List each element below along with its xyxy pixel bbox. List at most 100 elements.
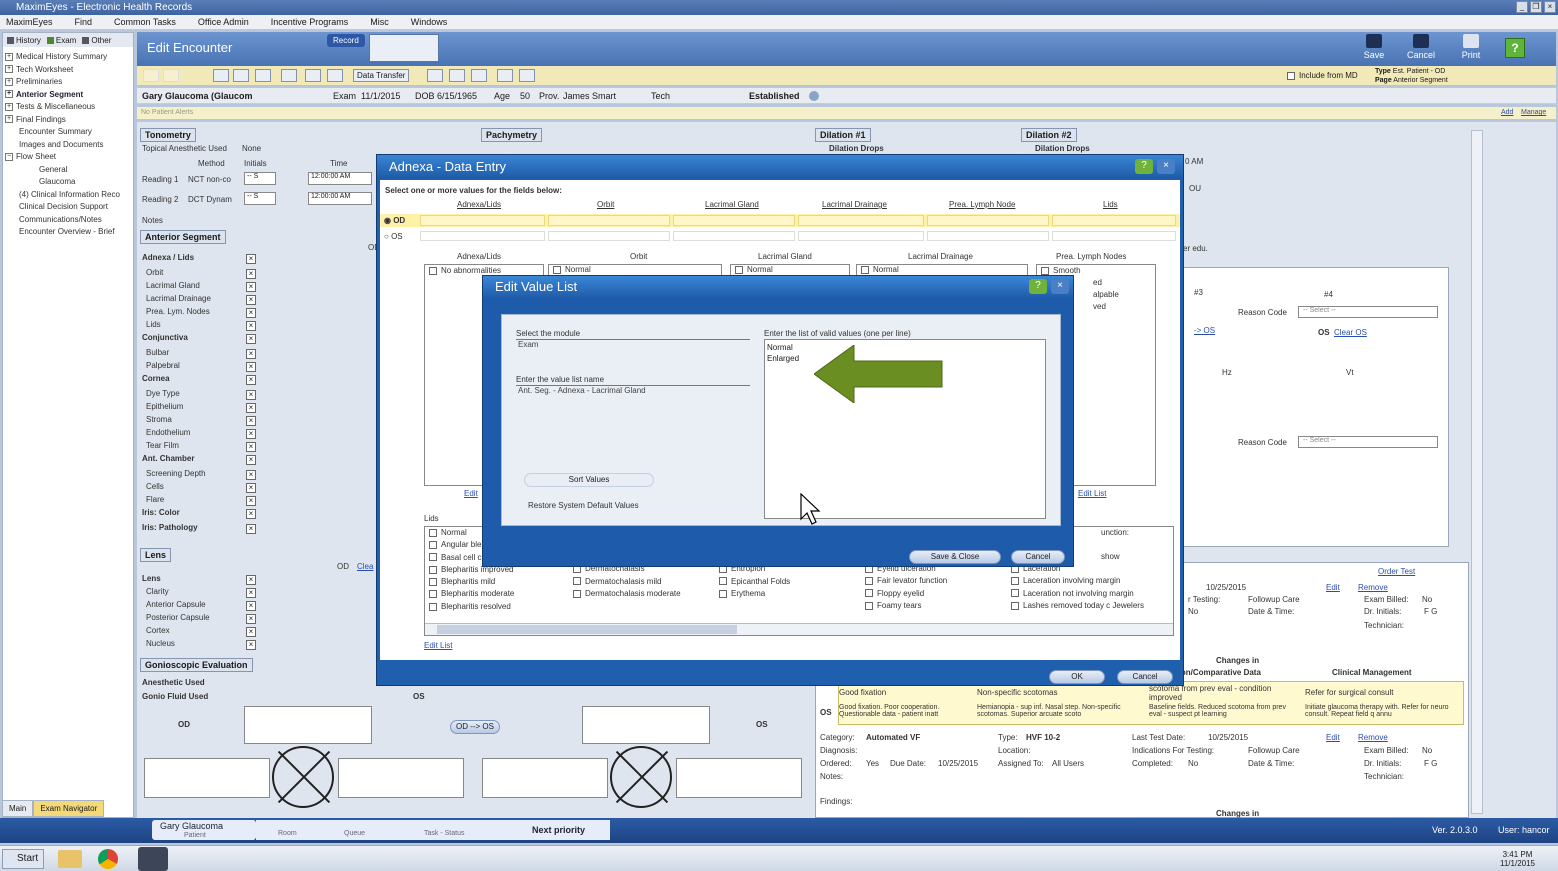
adnexa-cancel-button[interactable]: Cancel bbox=[1117, 670, 1173, 684]
tool-icon-8[interactable] bbox=[449, 69, 465, 82]
tab-history[interactable]: History bbox=[7, 35, 41, 45]
clear-item-icon[interactable]: × bbox=[246, 269, 256, 279]
status-icon[interactable] bbox=[809, 91, 819, 101]
record-thumbnail[interactable] bbox=[369, 34, 439, 62]
record-tab[interactable]: Record bbox=[327, 34, 365, 47]
lids-checkbox-item[interactable]: Foamy tears bbox=[865, 600, 947, 612]
clear-item-icon[interactable]: × bbox=[246, 496, 256, 506]
remove-test-link-2[interactable]: Remove bbox=[1358, 733, 1388, 742]
reason-code-select-1[interactable]: -- Select -- bbox=[1298, 306, 1438, 318]
tree-item-communications[interactable]: Communications/Notes bbox=[5, 214, 131, 227]
print-button[interactable]: Print bbox=[1451, 34, 1491, 64]
manage-alert-link[interactable]: Manage bbox=[1521, 107, 1546, 119]
clear-item-icon[interactable]: × bbox=[246, 349, 256, 359]
help-icon[interactable]: ? bbox=[1505, 38, 1525, 58]
anterior-item[interactable]: Epithelium bbox=[146, 402, 183, 411]
lens-item[interactable]: Posterior Capsule bbox=[146, 613, 210, 622]
clear-item-icon[interactable]: × bbox=[246, 375, 256, 385]
anterior-item[interactable]: Cornea bbox=[142, 374, 170, 383]
add-alert-link[interactable]: Add bbox=[1501, 107, 1513, 119]
edit-list-link-right[interactable]: Edit List bbox=[1078, 489, 1106, 498]
anterior-item[interactable]: Orbit bbox=[146, 268, 163, 277]
main-scrollbar[interactable] bbox=[1471, 130, 1483, 814]
anterior-item[interactable]: Cells bbox=[146, 482, 164, 491]
lids-checkbox-item[interactable]: Blepharitis resolved bbox=[429, 601, 514, 613]
os-adnexa-lids[interactable] bbox=[420, 231, 545, 241]
tree-item-flow-sheet[interactable]: − Flow Sheet bbox=[5, 151, 131, 164]
queue-tabs[interactable]: Room Queue Task - Status bbox=[256, 820, 506, 840]
sort-values-button[interactable]: Sort Values bbox=[524, 473, 654, 487]
save-button[interactable]: Save bbox=[1354, 34, 1394, 64]
menu-common-tasks[interactable]: Common Tasks bbox=[114, 15, 176, 29]
clear-os-link[interactable]: Clear OS bbox=[1334, 328, 1367, 337]
nav-forward-icon[interactable] bbox=[163, 69, 179, 82]
menu-maximeyes[interactable]: MaximEyes bbox=[6, 15, 53, 29]
anterior-item[interactable]: Ant. Chamber bbox=[142, 454, 194, 463]
edit-test-link[interactable]: Edit bbox=[1326, 583, 1340, 592]
gonio-od-top[interactable] bbox=[244, 706, 372, 744]
lens-item[interactable]: Nucleus bbox=[146, 639, 175, 648]
os-orbit[interactable] bbox=[548, 231, 670, 241]
cancel-button[interactable]: Cancel bbox=[1401, 34, 1441, 64]
gonio-os-right[interactable] bbox=[676, 758, 802, 798]
include-from-md[interactable]: Include from MD bbox=[1287, 71, 1358, 80]
tool-icon-3[interactable] bbox=[255, 69, 271, 82]
anterior-item[interactable]: Dye Type bbox=[146, 389, 180, 398]
evl-cancel-button[interactable]: Cancel bbox=[1011, 550, 1065, 564]
clear-item-icon[interactable]: × bbox=[246, 334, 256, 344]
clear-item-icon[interactable]: × bbox=[246, 627, 256, 637]
tool-icon-10[interactable] bbox=[497, 69, 513, 82]
clear-item-icon[interactable]: × bbox=[246, 403, 256, 413]
value-list-name-input[interactable]: Ant. Seg. - Adnexa - Lacrimal Gland bbox=[516, 385, 750, 399]
reading1-initials-select[interactable]: -- S bbox=[244, 172, 276, 185]
lids-checkbox-item[interactable]: Blepharitis moderate bbox=[429, 588, 514, 600]
gonio-od-right[interactable] bbox=[338, 758, 464, 798]
lids-hscrollbar[interactable] bbox=[425, 623, 1173, 635]
od-radio[interactable]: ◉ OD bbox=[384, 216, 405, 225]
maximeyes-app-icon[interactable] bbox=[138, 847, 168, 871]
restore-defaults-button[interactable]: Restore System Default Values bbox=[528, 501, 639, 510]
tool-icon-7[interactable] bbox=[427, 69, 443, 82]
lids-checkbox-item[interactable]: Floppy eyelid bbox=[865, 588, 947, 600]
clear-item-icon[interactable]: × bbox=[246, 321, 256, 331]
tree-item-overview[interactable]: Encounter Overview - Brief bbox=[5, 226, 131, 239]
tree-item-general[interactable]: General bbox=[5, 164, 131, 177]
od-lacrimal-drainage[interactable] bbox=[798, 215, 924, 226]
gonio-os-left[interactable] bbox=[482, 758, 608, 798]
lids-checkbox-item[interactable]: Epicanthal Folds bbox=[719, 576, 790, 588]
clear-item-icon[interactable]: × bbox=[246, 640, 256, 650]
anterior-item[interactable]: Conjunctiva bbox=[142, 333, 188, 342]
include-from-md-checkbox[interactable] bbox=[1287, 71, 1295, 80]
tree-item-preliminaries[interactable]: + Preliminaries bbox=[5, 76, 131, 89]
gonio-od-diagram[interactable] bbox=[272, 746, 334, 808]
tool-icon-2[interactable] bbox=[233, 69, 249, 82]
order-test-link[interactable]: Order Test bbox=[1378, 567, 1415, 576]
expand-icon[interactable]: + bbox=[5, 65, 13, 74]
od-lymph-node[interactable] bbox=[927, 215, 1049, 226]
clear-item-icon[interactable]: × bbox=[246, 470, 256, 480]
expand-icon[interactable]: + bbox=[5, 90, 13, 99]
reason-code-select-2[interactable]: -- Select -- bbox=[1298, 436, 1438, 448]
tool-icon-6[interactable] bbox=[327, 69, 343, 82]
next-priority-button[interactable]: Next priority bbox=[506, 820, 610, 840]
os-lacrimal-drainage[interactable] bbox=[798, 231, 924, 241]
od-to-os-button[interactable]: OD --> OS bbox=[450, 720, 500, 734]
minimize-button[interactable]: _ bbox=[1516, 1, 1528, 13]
expand-icon[interactable]: + bbox=[5, 52, 13, 61]
start-button[interactable]: Start bbox=[2, 849, 44, 869]
tree-item-final-findings[interactable]: + Final Findings bbox=[5, 114, 131, 127]
tab-exam-navigator[interactable]: Exam Navigator bbox=[33, 800, 105, 817]
clear-item-icon[interactable]: × bbox=[246, 390, 256, 400]
os-lacrimal-gland[interactable] bbox=[673, 231, 795, 241]
tree-item-medical-history[interactable]: + Medical History Summary bbox=[5, 51, 131, 64]
anterior-item[interactable]: Adnexa / Lids bbox=[142, 253, 194, 262]
expand-icon[interactable]: + bbox=[5, 77, 13, 86]
clear-od-link[interactable]: Clea bbox=[357, 562, 373, 571]
tab-main[interactable]: Main bbox=[2, 800, 34, 817]
clear-item-icon[interactable]: × bbox=[246, 588, 256, 598]
clear-item-icon[interactable]: × bbox=[246, 254, 256, 264]
anterior-item[interactable]: Bulbar bbox=[146, 348, 169, 357]
gonio-os-top[interactable] bbox=[582, 706, 710, 744]
od-lids[interactable] bbox=[1052, 215, 1176, 226]
clear-item-icon[interactable]: × bbox=[246, 614, 256, 624]
